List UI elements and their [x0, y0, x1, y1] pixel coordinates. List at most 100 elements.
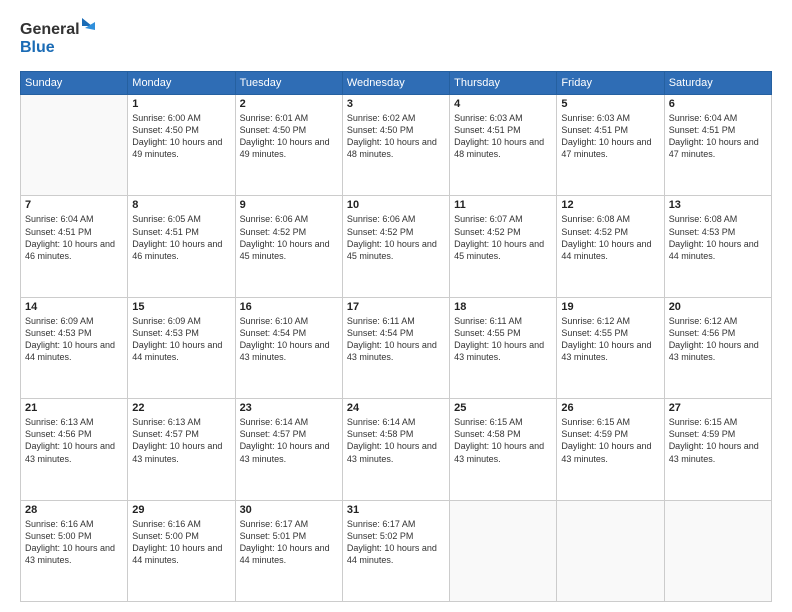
day-number: 7	[25, 199, 123, 211]
day-number: 28	[25, 504, 123, 516]
header: GeneralBlue	[20, 16, 772, 61]
day-info: Sunrise: 6:15 AMSunset: 4:58 PMDaylight:…	[454, 416, 552, 465]
calendar-cell: 14Sunrise: 6:09 AMSunset: 4:53 PMDayligh…	[21, 297, 128, 398]
weekday-header-tuesday: Tuesday	[235, 72, 342, 95]
calendar-cell: 26 Sunrise: 6:15 AMSunset: 4:59 PMDayligh…	[557, 399, 664, 500]
calendar-cell: 15 Sunrise: 6:09 AMSunset: 4:53 PMDayligh…	[128, 297, 235, 398]
weekday-header-friday: Friday	[557, 72, 664, 95]
calendar-cell: 11 Sunrise: 6:07 AMSunset: 4:52 PMDayligh…	[450, 196, 557, 297]
calendar-cell: 31 Sunrise: 6:17 AMSunset: 5:02 PMDayligh…	[342, 500, 449, 601]
calendar-cell: 16Sunrise: 6:10 AMSunset: 4:54 PMDayligh…	[235, 297, 342, 398]
day-number: 25	[454, 402, 552, 414]
calendar-cell: 17 Sunrise: 6:11 AMSunset: 4:54 PMDayligh…	[342, 297, 449, 398]
calendar-cell	[21, 95, 128, 196]
day-info: Sunrise: 6:11 AMSunset: 4:54 PMDaylight:…	[347, 315, 445, 364]
weekday-header-sunday: Sunday	[21, 72, 128, 95]
day-info: Sunrise: 6:04 AMSunset: 4:51 PMDaylight:…	[25, 213, 123, 262]
day-number: 19	[561, 301, 659, 313]
weekday-header-wednesday: Wednesday	[342, 72, 449, 95]
day-info: Sunrise: 6:14 AMSunset: 4:58 PMDaylight:…	[347, 416, 445, 465]
day-info: Sunrise: 6:12 AMSunset: 4:56 PMDaylight:…	[669, 315, 767, 364]
day-info: Sunrise: 6:06 AMSunset: 4:52 PMDaylight:…	[347, 213, 445, 262]
day-info: Sunrise: 6:09 AMSunset: 4:53 PMDaylight:…	[132, 315, 230, 364]
day-number: 30	[240, 504, 338, 516]
day-info: Sunrise: 6:04 AMSunset: 4:51 PMDaylight:…	[669, 112, 767, 161]
day-number: 12	[561, 199, 659, 211]
day-number: 11	[454, 199, 552, 211]
day-number: 6	[669, 98, 767, 110]
day-info: Sunrise: 6:05 AMSunset: 4:51 PMDaylight:…	[132, 213, 230, 262]
weekday-header-thursday: Thursday	[450, 72, 557, 95]
day-number: 26	[561, 402, 659, 414]
calendar-cell: 20 Sunrise: 6:12 AMSunset: 4:56 PMDayligh…	[664, 297, 771, 398]
day-number: 1	[132, 98, 230, 110]
calendar-cell: 24 Sunrise: 6:14 AMSunset: 4:58 PMDayligh…	[342, 399, 449, 500]
day-number: 18	[454, 301, 552, 313]
day-info: Sunrise: 6:08 AMSunset: 4:53 PMDaylight:…	[669, 213, 767, 262]
calendar-table: SundayMondayTuesdayWednesdayThursdayFrid…	[20, 71, 772, 602]
day-number: 31	[347, 504, 445, 516]
day-number: 10	[347, 199, 445, 211]
logo: GeneralBlue	[20, 16, 100, 61]
day-info: Sunrise: 6:15 AMSunset: 4:59 PMDaylight:…	[561, 416, 659, 465]
day-info: Sunrise: 6:15 AMSunset: 4:59 PMDaylight:…	[669, 416, 767, 465]
day-info: Sunrise: 6:17 AMSunset: 5:01 PMDaylight:…	[240, 518, 338, 567]
day-info: Sunrise: 6:02 AMSunset: 4:50 PMDaylight:…	[347, 112, 445, 161]
calendar-cell: 25 Sunrise: 6:15 AMSunset: 4:58 PMDayligh…	[450, 399, 557, 500]
day-number: 15	[132, 301, 230, 313]
day-info: Sunrise: 6:07 AMSunset: 4:52 PMDaylight:…	[454, 213, 552, 262]
weekday-row: SundayMondayTuesdayWednesdayThursdayFrid…	[21, 72, 772, 95]
calendar-cell: 7 Sunrise: 6:04 AMSunset: 4:51 PMDaylight…	[21, 196, 128, 297]
day-info: Sunrise: 6:03 AMSunset: 4:51 PMDaylight:…	[454, 112, 552, 161]
day-number: 13	[669, 199, 767, 211]
day-info: Sunrise: 6:00 AMSunset: 4:50 PMDaylight:…	[132, 112, 230, 161]
day-number: 23	[240, 402, 338, 414]
calendar-cell: 5Sunrise: 6:03 AMSunset: 4:51 PMDaylight…	[557, 95, 664, 196]
day-number: 20	[669, 301, 767, 313]
calendar-cell	[664, 500, 771, 601]
day-info: Sunrise: 6:06 AMSunset: 4:52 PMDaylight:…	[240, 213, 338, 262]
calendar-cell: 21 Sunrise: 6:13 AMSunset: 4:56 PMDayligh…	[21, 399, 128, 500]
calendar-week-5: 28 Sunrise: 6:16 AMSunset: 5:00 PMDayligh…	[21, 500, 772, 601]
day-number: 29	[132, 504, 230, 516]
calendar-week-1: 1 Sunrise: 6:00 AMSunset: 4:50 PMDaylight…	[21, 95, 772, 196]
day-info: Sunrise: 6:13 AMSunset: 4:56 PMDaylight:…	[25, 416, 123, 465]
logo-icon: GeneralBlue	[20, 16, 100, 61]
day-number: 17	[347, 301, 445, 313]
day-info: Sunrise: 6:11 AMSunset: 4:55 PMDaylight:…	[454, 315, 552, 364]
day-number: 21	[25, 402, 123, 414]
calendar-cell: 8Sunrise: 6:05 AMSunset: 4:51 PMDaylight…	[128, 196, 235, 297]
day-number: 22	[132, 402, 230, 414]
day-info: Sunrise: 6:13 AMSunset: 4:57 PMDaylight:…	[132, 416, 230, 465]
calendar-cell: 23 Sunrise: 6:14 AMSunset: 4:57 PMDayligh…	[235, 399, 342, 500]
calendar-cell: 2Sunrise: 6:01 AMSunset: 4:50 PMDaylight…	[235, 95, 342, 196]
calendar-cell: 3 Sunrise: 6:02 AMSunset: 4:50 PMDaylight…	[342, 95, 449, 196]
calendar-body: 1 Sunrise: 6:00 AMSunset: 4:50 PMDaylight…	[21, 95, 772, 602]
calendar-cell	[450, 500, 557, 601]
calendar-cell: 13 Sunrise: 6:08 AMSunset: 4:53 PMDayligh…	[664, 196, 771, 297]
weekday-header-monday: Monday	[128, 72, 235, 95]
day-info: Sunrise: 6:14 AMSunset: 4:57 PMDaylight:…	[240, 416, 338, 465]
calendar-week-3: 14 Sunrise: 6:09 AMSunset: 4:53 PMDayligh…	[21, 297, 772, 398]
calendar-cell: 4Sunrise: 6:03 AMSunset: 4:51 PMDaylight…	[450, 95, 557, 196]
day-number: 9	[240, 199, 338, 211]
calendar-cell: 18 Sunrise: 6:11 AMSunset: 4:55 PMDayligh…	[450, 297, 557, 398]
day-info: Sunrise: 6:08 AMSunset: 4:52 PMDaylight:…	[561, 213, 659, 262]
svg-text:General: General	[20, 21, 80, 38]
svg-text:Blue: Blue	[20, 39, 55, 56]
weekday-header-saturday: Saturday	[664, 72, 771, 95]
calendar-cell: 30 Sunrise: 6:17 AMSunset: 5:01 PMDayligh…	[235, 500, 342, 601]
day-info: Sunrise: 6:16 AMSunset: 5:00 PMDaylight:…	[25, 518, 123, 567]
day-number: 2	[240, 98, 338, 110]
day-number: 14	[25, 301, 123, 313]
calendar-header: SundayMondayTuesdayWednesdayThursdayFrid…	[21, 72, 772, 95]
calendar-cell: 28 Sunrise: 6:16 AMSunset: 5:00 PMDayligh…	[21, 500, 128, 601]
page: GeneralBlue SundayMondayTuesdayWednesday…	[0, 0, 792, 612]
day-info: Sunrise: 6:12 AMSunset: 4:55 PMDaylight:…	[561, 315, 659, 364]
day-number: 5	[561, 98, 659, 110]
day-info: Sunrise: 6:17 AMSunset: 5:02 PMDaylight:…	[347, 518, 445, 567]
day-number: 3	[347, 98, 445, 110]
day-number: 24	[347, 402, 445, 414]
calendar-week-2: 7 Sunrise: 6:04 AMSunset: 4:51 PMDaylight…	[21, 196, 772, 297]
calendar-cell: 22 Sunrise: 6:13 AMSunset: 4:57 PMDayligh…	[128, 399, 235, 500]
